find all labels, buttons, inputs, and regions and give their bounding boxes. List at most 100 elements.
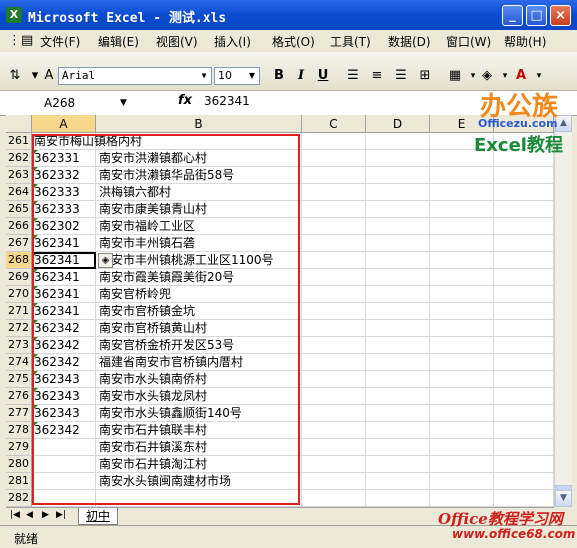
cell-b[interactable]: 南安市丰州镇石砻 [99,235,195,252]
cell-b[interactable]: 南安市石井镇淘江村 [99,456,207,473]
row-header[interactable]: 273 [6,337,32,354]
last-sheet-button[interactable]: ▶| [56,510,66,520]
first-sheet-button[interactable]: |◀ [10,510,20,520]
insert-function-button[interactable]: fx [178,93,192,108]
cell-b[interactable]: 南安市洪濑镇都心村 [99,150,207,167]
cell-b[interactable]: 南安官桥岭兜 [99,286,171,303]
cell-b[interactable]: 洪梅镇六都村 [99,184,171,201]
row-header[interactable]: 282 [6,490,32,507]
font-name-select[interactable]: Arial ▼ [58,67,212,85]
row-header[interactable]: 265 [6,201,32,218]
excel-icon[interactable]: X [6,7,22,23]
menu-edit[interactable]: 编辑(E) [98,33,139,50]
cell-b[interactable]: 南安市福岭工业区 [99,218,195,235]
minimize-button[interactable]: _ [502,5,523,26]
cell-a[interactable]: 362341 [34,286,80,303]
cell-a[interactable]: 362342 [34,337,80,354]
align-right-icon[interactable]: ☰ [392,67,410,85]
row-header[interactable]: 279 [6,439,32,456]
cell-a[interactable]: 362341 [34,303,80,320]
sort-ascending-icon[interactable]: ⇅ [6,67,24,85]
row-header[interactable]: 263 [6,167,32,184]
column-header-c[interactable]: C [302,115,366,133]
row-header[interactable]: 272 [6,320,32,337]
cell-b[interactable]: 南安市石井镇联丰村 [99,422,207,439]
name-box[interactable]: A268 ▼ [4,94,134,112]
cell-a[interactable]: 362331 [34,150,80,167]
cell-b[interactable]: 南安市水头镇南侨村 [99,371,207,388]
merge-center-icon[interactable]: ⊞ [416,67,434,85]
sheet-tab-active[interactable]: 初中 [78,508,118,525]
font-color-button[interactable]: A [512,67,530,85]
cell-b[interactable]: 福建省南安市官桥镇内厝村 [99,354,243,371]
borders-icon[interactable]: ▦ [446,67,464,85]
cell-a[interactable]: 362341 [34,269,80,286]
menu-view[interactable]: 视图(V) [156,33,198,50]
chevron-down-icon[interactable]: ▼ [120,94,127,112]
menu-insert[interactable]: 插入(I) [214,33,251,50]
row-header[interactable]: 270 [6,286,32,303]
cell-b[interactable]: 南安市官桥镇金坑 [99,303,195,320]
row-header[interactable]: 262 [6,150,32,167]
cell-a[interactable]: 362343 [34,388,80,405]
align-left-icon[interactable]: ☰ [344,67,362,85]
row-header[interactable]: 268 [6,252,32,269]
cell-a[interactable]: 362341 [34,252,80,269]
row-header[interactable]: 261 [6,133,32,150]
row-header[interactable]: 277 [6,405,32,422]
cell-a[interactable]: 362342 [34,354,80,371]
cell-b[interactable]: 南安官桥金桥开发区53号 [99,337,234,354]
cell-a[interactable]: 南安市梅山镇格内村 [34,133,142,150]
row-header[interactable]: 266 [6,218,32,235]
cell-a[interactable]: 362302 [34,218,80,235]
close-button[interactable]: × [550,5,571,26]
fill-color-icon[interactable]: ◈ [478,67,496,85]
chevron-down-icon[interactable]: ▾ [530,67,548,85]
row-header[interactable]: 271 [6,303,32,320]
cell-b[interactable]: 南安市康美镇青山村 [99,201,207,218]
cell-a[interactable]: 362343 [34,371,80,388]
prev-sheet-button[interactable]: ◀ [26,510,33,520]
menu-format[interactable]: 格式(O) [272,33,315,50]
cell-b[interactable]: 南安市丰州镇桃源工业区1100号 [99,252,274,269]
row-header[interactable]: 264 [6,184,32,201]
column-header-a[interactable]: A [32,115,96,133]
worksheet-grid[interactable]: A B C D E 261 南安市梅山镇格内村 262 362331 南安市洪濑镇都心村… [6,115,554,507]
vertical-scrollbar[interactable]: ▲ ▼ [554,115,572,507]
cell-b[interactable]: 南安市水头镇龙凤村 [99,388,207,405]
cell-b[interactable]: 南安水头镇闽南建材市场 [99,473,231,490]
maximize-button[interactable]: □ [526,5,547,26]
select-all-corner[interactable] [6,115,32,133]
scroll-down-button[interactable]: ▼ [555,490,572,507]
formula-input[interactable]: 362341 [204,94,250,108]
cell-b[interactable]: 南安市水头镇鑫顺街140号 [99,405,242,422]
cell-a[interactable]: 362341 [34,235,80,252]
row-header[interactable]: 276 [6,388,32,405]
font-size-select[interactable]: 10 ▼ [214,67,260,85]
italic-button[interactable]: I [292,67,310,85]
underline-button[interactable]: U [314,67,332,85]
cell-b[interactable]: 南安市洪濑镇华品街58号 [99,167,234,184]
column-header-d[interactable]: D [366,115,430,133]
bold-button[interactable]: B [270,67,288,85]
next-sheet-button[interactable]: ▶ [42,510,49,520]
row-header[interactable]: 280 [6,456,32,473]
cell-a[interactable]: 362333 [34,201,80,218]
row-header[interactable]: 275 [6,371,32,388]
row-header[interactable]: 281 [6,473,32,490]
error-check-icon[interactable]: ◈ [98,253,113,268]
menu-help[interactable]: 帮助(H) [504,33,546,50]
menu-data[interactable]: 数据(D) [388,33,431,50]
column-header-b[interactable]: B [96,115,302,133]
cell-b[interactable]: 南安市霞美镇霞美街20号 [99,269,234,286]
cell-a[interactable]: 362343 [34,405,80,422]
row-header[interactable]: 269 [6,269,32,286]
cell-a[interactable]: 362333 [34,184,80,201]
cell-a[interactable]: 362342 [34,320,80,337]
cell-a[interactable]: 362332 [34,167,80,184]
row-header[interactable]: 274 [6,354,32,371]
align-center-icon[interactable]: ≡ [368,67,386,85]
row-header[interactable]: 267 [6,235,32,252]
menu-file[interactable]: 文件(F) [40,33,80,50]
row-header[interactable]: 278 [6,422,32,439]
